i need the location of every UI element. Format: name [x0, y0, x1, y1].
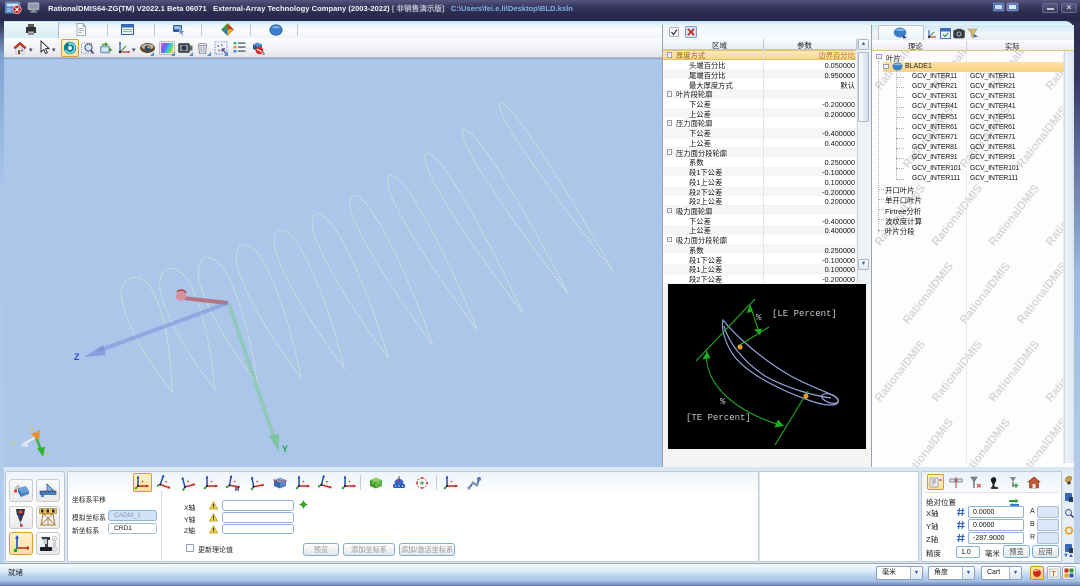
svg-text:T: T [1052, 571, 1057, 578]
svg-text:[TE Percent]: [TE Percent] [686, 413, 751, 423]
svg-text:M: M [235, 487, 239, 491]
svg-text:x: x [30, 425, 34, 432]
svg-text:%: % [756, 313, 762, 323]
svg-text:%: % [720, 397, 726, 407]
svg-text:Y: Y [282, 444, 288, 454]
svg-text:Y: Y [45, 451, 50, 458]
svg-text:z: z [12, 440, 16, 447]
svg-text:[LE Percent]: [LE Percent] [772, 309, 837, 319]
svg-text:Z: Z [74, 352, 80, 362]
